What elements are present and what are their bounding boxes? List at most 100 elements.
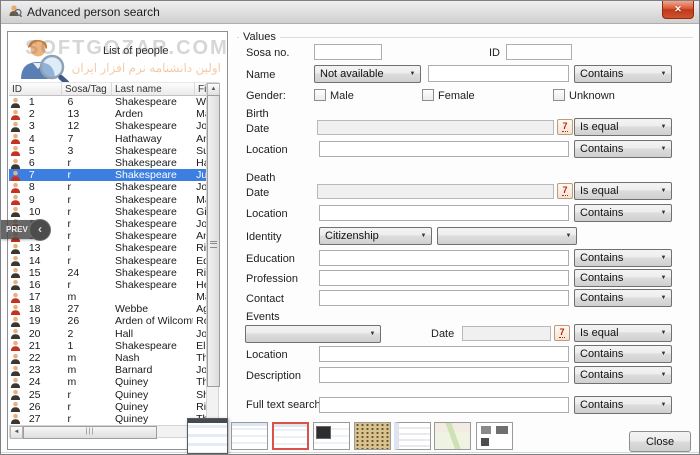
table-row[interactable]: 8rShakespeareJoa [9,181,207,193]
unknown-checkbox[interactable] [553,89,565,101]
column-header-id[interactable]: ID [9,82,62,96]
table-row[interactable]: 17mMar [9,291,207,303]
form-view-thumbnail[interactable] [231,422,268,450]
male-checkbox[interactable] [314,89,326,101]
form-preview-thumbnail[interactable] [187,418,228,454]
prev-overlay-button[interactable]: PREV ‹ [1,220,40,239]
birth-location-input[interactable] [319,141,569,157]
table-row[interactable]: 47HathawayAnn [9,133,207,145]
table-row[interactable]: 13rShakespeareRic [9,242,207,254]
chevron-down-icon: ▼ [656,295,671,301]
cell-firstname: Mar [193,194,207,206]
contact-input[interactable] [319,290,569,306]
table-row[interactable]: 23mBarnardJoh [9,364,207,376]
identity-value-dropdown[interactable]: ▼ [437,227,577,245]
table-row[interactable]: 1524ShakespeareRic [9,267,207,279]
table-row[interactable]: 27rQuineyTho [9,413,207,425]
events-date-operator-dropdown[interactable]: Is equal▼ [574,324,672,342]
person-icon [10,401,21,412]
education-input[interactable] [319,250,569,266]
identity-type-dropdown[interactable]: Citizenship▼ [319,227,432,245]
birth-location-operator-dropdown[interactable]: Contains▼ [574,140,672,158]
cell-id: 9 [23,194,62,206]
table-row[interactable]: 22mNashTho [9,352,207,364]
column-header-lastname[interactable]: Last name [112,82,195,96]
contact-operator-dropdown[interactable]: Contains▼ [574,289,672,307]
media-view-thumbnail[interactable] [313,422,350,450]
vertical-scrollbar[interactable]: ▲ ▼ [206,82,219,440]
table-row[interactable]: 213ArdenMar [9,108,207,120]
table-row[interactable]: 6rShakespeareHam [9,157,207,169]
table-row[interactable]: 16ShakespeareWil [9,96,207,108]
scroll-left-button[interactable]: ◄ [10,426,23,439]
birth-date-operator-dropdown[interactable]: Is equal▼ [574,118,672,136]
contact-label: Contact [246,293,284,305]
table-row[interactable]: 14rShakespeareEdm [9,254,207,266]
person-icon [10,389,21,400]
horizontal-scrollbar-thumb[interactable]: ||| [23,426,157,439]
death-date-operator-dropdown[interactable]: Is equal▼ [574,182,672,200]
events-location-input[interactable] [319,346,569,362]
events-location-operator-dropdown[interactable]: Contains▼ [574,345,672,363]
events-type-dropdown[interactable]: ▼ [245,325,381,343]
search-view-thumbnail[interactable] [272,422,309,450]
name-input[interactable] [428,65,569,82]
sosa-no-input[interactable] [314,44,382,60]
cell-firstname: Mar [193,108,207,120]
vertical-scrollbar-thumb[interactable] [207,95,220,387]
map-view-thumbnail[interactable] [434,422,471,450]
title-bar[interactable]: Advanced person search ✕ [1,1,699,24]
table-row[interactable]: 25rQuineySha [9,389,207,401]
education-operator-dropdown[interactable]: Contains▼ [574,249,672,267]
cell-firstname: Gilb [193,206,207,218]
chevron-down-icon: ▼ [561,233,576,239]
table-row[interactable]: 26rQuineyRic [9,401,207,413]
birth-date-input[interactable] [317,120,554,135]
death-calendar-button[interactable]: 7 [557,183,573,199]
fulltext-search-input[interactable] [319,397,569,413]
table-row[interactable]: 24mQuineyTho [9,376,207,388]
table-row[interactable]: 16rShakespeareHen [9,279,207,291]
birth-calendar-button[interactable]: 7 [557,119,573,135]
table-row[interactable]: 53ShakespeareSus [9,145,207,157]
description-input[interactable] [319,367,569,383]
cell-id: 4 [23,133,62,145]
cell-sosa: 3 [61,145,111,157]
cell-lastname: Shakespeare [111,242,193,254]
table-row[interactable]: 202HallJoh [9,328,207,340]
table-row[interactable]: 211ShakespeareEliz [9,340,207,352]
cell-sosa: m [61,352,111,364]
table-row[interactable]: 1827WebbeAgn [9,303,207,315]
table-view-thumbnail[interactable] [394,422,431,450]
app-icon [8,4,22,23]
id-input[interactable] [506,44,572,60]
cell-sosa: m [61,291,111,303]
death-date-input[interactable] [317,184,554,199]
ancient-map-thumbnail[interactable] [354,422,391,450]
female-checkbox[interactable] [422,89,434,101]
cell-lastname: Shakespeare [111,120,193,132]
profession-input[interactable] [319,270,569,286]
events-calendar-button[interactable]: 7 [554,325,570,341]
description-operator-dropdown[interactable]: Contains▼ [574,366,672,384]
table-row[interactable]: 9rShakespeareMar [9,194,207,206]
horizontal-scrollbar[interactable]: ◄ ||| [9,425,206,438]
profession-operator-dropdown[interactable]: Contains▼ [574,269,672,287]
chevron-down-icon: ▼ [656,188,671,194]
close-window-button[interactable]: ✕ [662,1,694,19]
name-type-dropdown[interactable]: Not available▼ [314,65,421,83]
name-operator-dropdown[interactable]: Contains▼ [574,65,672,83]
table-row[interactable]: 312ShakespeareJoh [9,120,207,132]
cell-id: 27 [23,413,62,425]
table-row[interactable]: 10rShakespeareGilb [9,206,207,218]
death-location-input[interactable] [319,205,569,221]
gallery-view-thumbnail[interactable] [476,422,513,450]
table-row[interactable]: 7rShakespeareJud [9,169,207,181]
fulltext-operator-dropdown[interactable]: Contains▼ [574,396,672,414]
cell-firstname: Joh [193,364,207,376]
table-row[interactable]: 1926Arden of WilcomteRob [9,315,207,327]
close-button[interactable]: Close [629,431,691,452]
death-location-operator-dropdown[interactable]: Contains▼ [574,204,672,222]
column-header-sosa[interactable]: Sosa/Tag [62,82,112,96]
events-date-input[interactable] [462,326,551,341]
